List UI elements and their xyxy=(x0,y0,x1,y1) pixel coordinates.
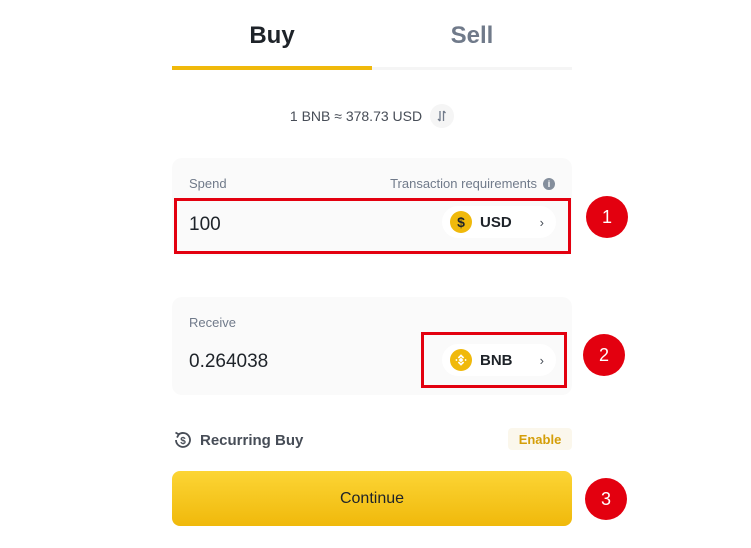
receive-amount-value[interactable]: 0.264038 xyxy=(189,351,268,373)
svg-text:$: $ xyxy=(180,436,186,447)
tab-sell[interactable]: Sell xyxy=(372,0,572,72)
receive-label: Receive xyxy=(189,315,236,330)
recurring-buy-label: Recurring Buy xyxy=(200,431,304,449)
step-marker-1: 1 xyxy=(586,196,628,238)
recurring-dollar-icon: $ xyxy=(175,431,191,448)
transaction-requirements-link[interactable]: Transaction requirements i xyxy=(390,176,555,191)
step-marker-3: 3 xyxy=(585,478,627,520)
step-marker-2: 2 xyxy=(583,334,625,376)
spend-label: Spend xyxy=(189,176,227,191)
tab-active-indicator xyxy=(172,66,372,70)
buy-sell-tabs: Buy Sell xyxy=(172,0,572,72)
enable-recurring-button[interactable]: Enable xyxy=(508,428,572,450)
exchange-rate-text: 1 BNB ≈ 378.73 USD xyxy=(289,108,423,124)
tab-buy[interactable]: Buy xyxy=(172,0,372,72)
info-icon: i xyxy=(543,177,555,190)
exchange-rate-row: 1 BNB ≈ 378.73 USD xyxy=(172,103,572,129)
highlight-box-1 xyxy=(174,198,571,254)
recurring-buy-row[interactable]: $ Recurring Buy xyxy=(172,428,303,452)
continue-button[interactable]: Continue xyxy=(172,471,572,526)
swap-rate-button[interactable] xyxy=(430,104,455,128)
buy-crypto-widget: Buy Sell 1 BNB ≈ 378.73 USD Spend Transa… xyxy=(0,0,751,548)
transaction-requirements-label: Transaction requirements xyxy=(390,176,537,191)
swap-arrows-icon xyxy=(437,110,447,122)
highlight-box-2 xyxy=(421,332,567,388)
